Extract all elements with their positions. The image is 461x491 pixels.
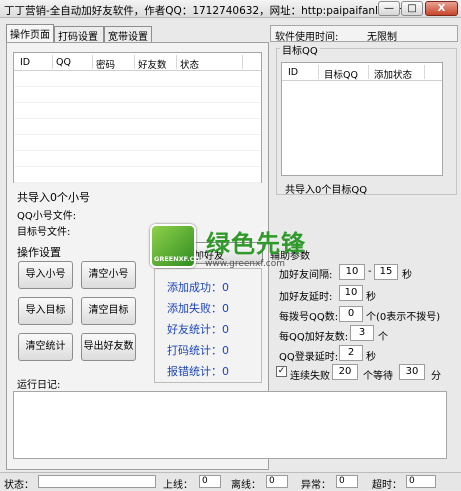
fail-unit: 分	[431, 371, 441, 382]
status-field	[38, 475, 156, 488]
login-delay-unit: 秒	[366, 352, 376, 363]
tab-captcha-settings[interactable]: 打码设置	[54, 26, 104, 43]
column-header[interactable]: 添加状态	[374, 67, 412, 81]
clear-targets-button[interactable]: 清空目标	[81, 297, 136, 325]
dial-label: 每拨号QQ数:	[279, 312, 339, 323]
column-header[interactable]: 密码	[96, 57, 115, 71]
status-label: 状态：	[4, 480, 34, 491]
login-delay-input[interactable]: 2	[339, 345, 363, 361]
interval-min-input[interactable]: 10	[339, 264, 365, 280]
target-count: 共导入0个目标QQ	[285, 185, 368, 196]
tab-broadband-settings[interactable]: 宽带设置	[104, 26, 152, 43]
target-qq-table[interactable]: ID 目标QQ 添加状态	[281, 62, 443, 176]
interval-label: 加好友间隔:	[279, 270, 333, 281]
import-count: 共导入0个小号	[17, 191, 90, 204]
watermark-text: 绿色先锋	[206, 230, 306, 258]
window-title: 丁丁营销-全自动加好友软件，作者QQ：1712740632，网址：http:pa…	[4, 5, 404, 17]
log-label: 运行日记:	[17, 380, 61, 391]
online-label: 上线：	[163, 480, 193, 491]
minimize-button[interactable]: —	[378, 1, 400, 16]
dial-input[interactable]: 0	[339, 306, 363, 322]
offline-count: 0	[266, 475, 288, 488]
interval-dash: -	[368, 266, 372, 277]
ops-title: 操作设置	[17, 246, 61, 259]
timeout-label: 超时：	[372, 480, 402, 491]
run-log-textarea[interactable]	[13, 391, 447, 459]
per-qq-input[interactable]: 3	[350, 325, 374, 341]
import-accounts-button[interactable]: 导入小号	[18, 261, 73, 289]
qq-account-table[interactable]: ID QQ 密码 好友数 状态	[13, 52, 262, 184]
usage-value: 无限制	[367, 32, 397, 43]
stats-box: 添加成功：0 添加失败：0 好友统计：0 打码统计：0 报错统计：0	[154, 268, 262, 383]
fail-checkbox[interactable]: ✓	[276, 366, 287, 377]
per-qq-label: 每QQ加好友数:	[279, 332, 349, 343]
stat-success: 添加成功：0	[167, 281, 229, 294]
column-header[interactable]: QQ	[56, 57, 71, 68]
fail-count-input[interactable]: 20	[332, 364, 358, 380]
column-header[interactable]: 好友数	[138, 57, 167, 71]
clear-accounts-button[interactable]: 清空小号	[81, 261, 136, 289]
stat-captcha: 打码统计：0	[167, 344, 229, 357]
delay-unit: 秒	[366, 292, 376, 303]
offline-label: 离线：	[231, 480, 261, 491]
maximize-button[interactable]: □	[401, 1, 423, 16]
column-header[interactable]: 目标QQ	[324, 67, 358, 81]
watermark-url: www.greenxf.com	[205, 259, 286, 269]
column-header[interactable]: 状态	[180, 57, 199, 71]
table-body[interactable]	[14, 71, 261, 184]
usage-box: 软件使用时间: 无限制	[270, 25, 458, 43]
stat-failed: 添加失败：0	[167, 302, 229, 315]
qq-file-label: QQ小号文件:	[17, 211, 77, 222]
table-header: ID QQ 密码 好友数 状态	[14, 53, 261, 71]
tab-operations[interactable]: 操作页面	[6, 24, 54, 42]
online-count: 0	[199, 475, 221, 488]
login-delay-label: QQ登录延时:	[279, 352, 339, 363]
target-file-label: 目标号文件:	[17, 227, 71, 238]
abnormal-count: 0	[336, 475, 358, 488]
target-group-title: 目标QQ	[280, 42, 320, 57]
close-button[interactable]: X	[425, 1, 458, 16]
fail-wait-input[interactable]: 30	[399, 364, 425, 380]
usage-label: 软件使用时间:	[275, 32, 339, 43]
export-friends-button[interactable]: 导出好友数	[81, 333, 136, 361]
column-header[interactable]: ID	[288, 67, 298, 78]
abnormal-label: 异常：	[301, 480, 331, 491]
delay-label: 加好友延时:	[279, 292, 333, 303]
interval-max-input[interactable]: 15	[374, 264, 398, 280]
interval-unit: 秒	[402, 270, 412, 281]
fail-label: 连续失败	[290, 371, 330, 382]
timeout-count: 0	[406, 475, 436, 488]
target-table-header: ID 目标QQ 添加状态	[282, 63, 442, 81]
column-header[interactable]: ID	[20, 57, 30, 68]
clear-stats-button[interactable]: 清空统计	[18, 333, 73, 361]
stat-friends: 好友统计：0	[167, 323, 229, 336]
greenxf-logo: GREENXF.COM	[150, 224, 206, 268]
delay-input[interactable]: 10	[339, 285, 363, 301]
fail-mid-label: 个等待	[363, 371, 393, 382]
dial-note: 个(0表示不拨号)	[366, 312, 441, 323]
title-bar: 丁丁营销-全自动加好友软件，作者QQ：1712740632，网址：http:pa…	[0, 0, 461, 18]
import-targets-button[interactable]: 导入目标	[18, 297, 73, 325]
per-qq-unit: 个	[378, 332, 388, 343]
stat-errors: 报错统计：0	[167, 365, 229, 378]
